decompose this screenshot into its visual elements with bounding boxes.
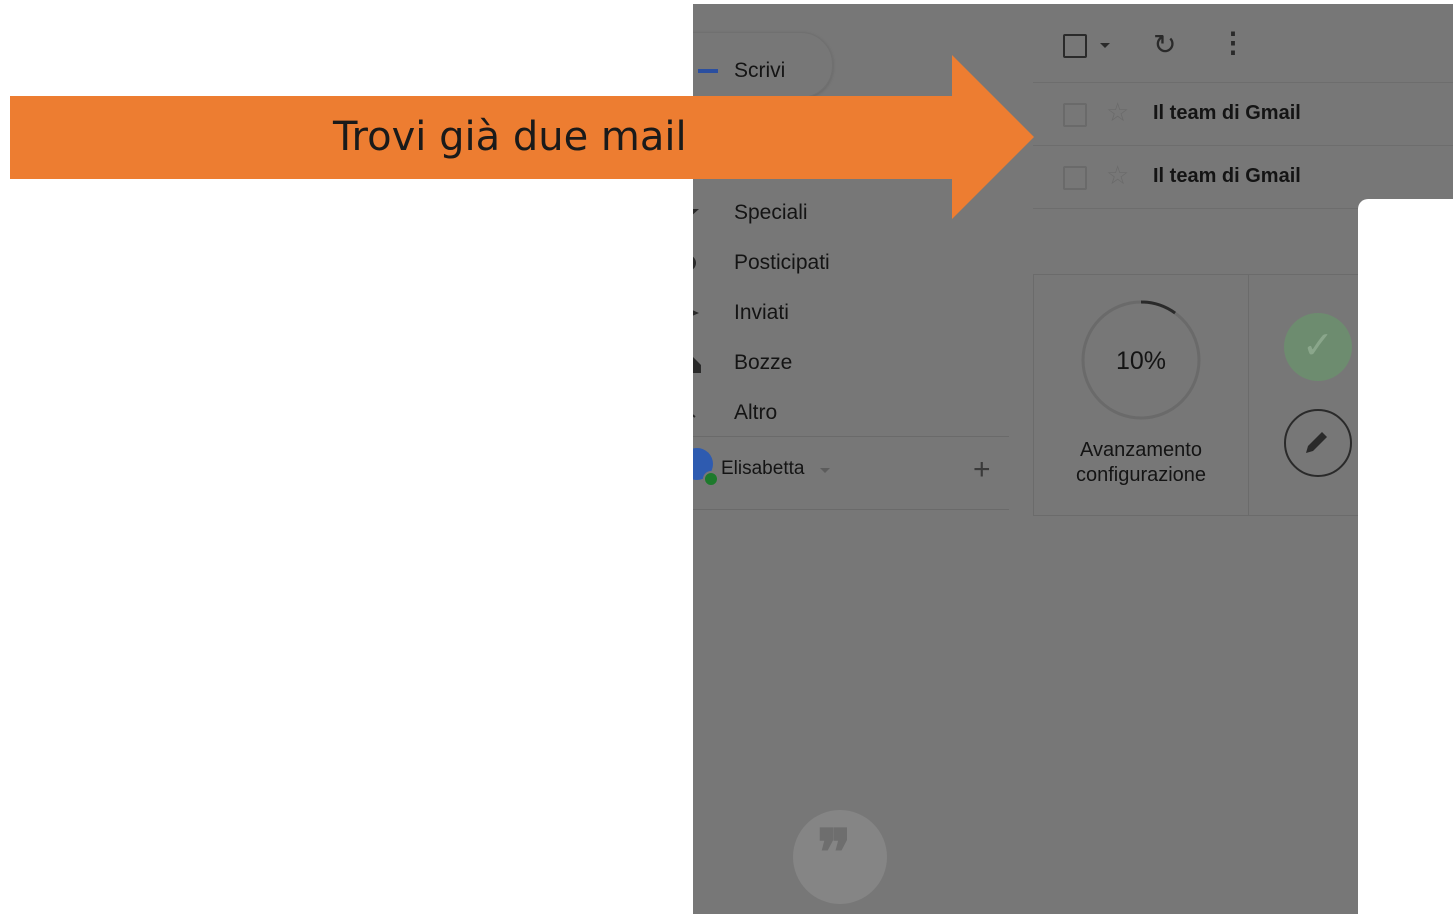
star-outline-icon[interactable]: ☆: [1106, 97, 1129, 128]
add-button[interactable]: +: [973, 455, 991, 485]
mail-row[interactable]: ☆ Il team di Gmail: [1033, 82, 1453, 145]
sidebar-item-label: Speciali: [734, 201, 808, 224]
sidebar-item-bozze[interactable]: Bozze: [693, 345, 1013, 381]
mail-toolbar: ↻ ⋮: [1033, 4, 1453, 82]
account-switcher[interactable]: Elisabetta +: [693, 448, 1013, 488]
edit-pencil-icon[interactable]: [1284, 409, 1352, 477]
refresh-icon[interactable]: ↻: [1153, 28, 1176, 61]
setup-progress-cell: 10% Avanzamento configurazione: [1034, 275, 1249, 515]
sidebar-item-label: Bozze: [734, 351, 793, 374]
more-options-icon[interactable]: ⋮: [1219, 26, 1247, 59]
sidebar-item-label: Inviati: [734, 301, 789, 324]
setup-caption-line2: configurazione: [1075, 464, 1207, 486]
row-checkbox[interactable]: [1063, 103, 1087, 127]
setup-caption: Avanzamento configurazione: [1034, 438, 1248, 488]
divider: [693, 509, 1009, 510]
compose-plus-icon: [698, 69, 718, 73]
star-outline-icon[interactable]: ☆: [1106, 160, 1129, 191]
sidebar-item-label: Posticipati: [734, 251, 830, 274]
select-all-checkbox[interactable]: [1063, 34, 1087, 58]
hangouts-icon[interactable]: ❞: [793, 810, 887, 904]
presence-dot: [703, 471, 719, 487]
callout-text: Trovi già due mail: [333, 114, 687, 160]
clock-icon: [693, 256, 696, 270]
compose-label: Scrivi: [734, 59, 786, 82]
pencil-icon: [1306, 432, 1327, 453]
chevron-down-icon: [693, 414, 696, 418]
overlay-panel: [1358, 199, 1453, 914]
sidebar-item-altro[interactable]: Altro: [693, 395, 1013, 431]
draft-icon: [693, 357, 701, 373]
divider: [693, 436, 1009, 437]
star-icon: [693, 209, 699, 215]
caret-down-icon: [820, 468, 830, 473]
sidebar-item-posticipati[interactable]: Posticipati: [693, 245, 1013, 281]
mail-sender: Il team di Gmail: [1153, 102, 1301, 124]
row-checkbox[interactable]: [1063, 166, 1087, 190]
account-name: Elisabetta: [721, 458, 805, 479]
progress-value: 10%: [1115, 347, 1167, 375]
mail-sender: Il team di Gmail: [1153, 165, 1301, 187]
send-icon: [693, 310, 699, 316]
callout-arrow-head: [952, 55, 1034, 219]
sidebar-item-inviati[interactable]: Inviati: [693, 295, 1013, 331]
select-caret-icon[interactable]: [1100, 43, 1110, 48]
check-icon[interactable]: ✓: [1284, 313, 1352, 381]
setup-caption-line1: Avanzamento: [1080, 439, 1202, 461]
sidebar-item-label: Altro: [734, 401, 778, 424]
